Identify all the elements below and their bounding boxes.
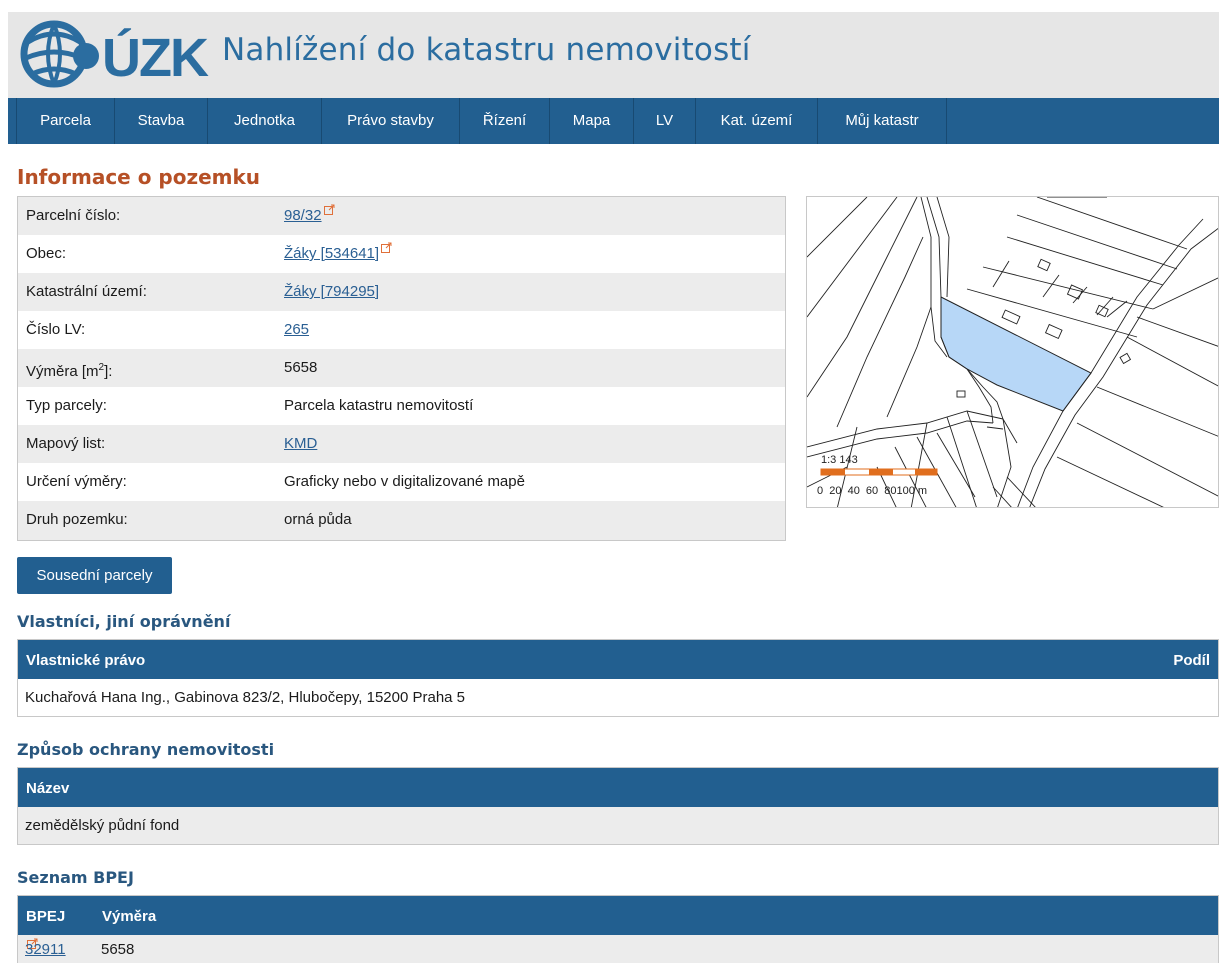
main-nav: Parcela Stavba Jednotka Právo stavby Říz… [8, 98, 1219, 144]
table-row: 32911 5658 [18, 935, 1218, 963]
info-label: Obec: [26, 245, 67, 262]
info-value: orná půda [284, 511, 352, 528]
obec-link[interactable]: Žáky [534641] [284, 245, 379, 262]
info-value: Graficky nebo v digitalizované mapě [284, 473, 525, 490]
info-row-mapovy-list: Mapový list: KMD [18, 425, 785, 463]
nav-rizeni[interactable]: Řízení [460, 98, 550, 144]
nav-stavba[interactable]: Stavba [115, 98, 208, 144]
info-value: Žáky [534641] [284, 235, 392, 273]
info-label: Výměra [m2]: [26, 362, 113, 380]
info-label: Mapový list: [26, 435, 106, 452]
katastralni-uzemi-link[interactable]: Žáky [794295] [284, 283, 379, 300]
info-row-vymera: Výměra [m2]: 5658 [18, 349, 785, 387]
map-scale-ticks: 0 20 40 60 80100 m [817, 485, 927, 497]
owners-title: Vlastníci, jiní oprávnění [17, 612, 231, 631]
info-value: Parcela katastru nemovitostí [284, 397, 474, 414]
info-row-druh-pozemku: Druh pozemku: orná půda [18, 501, 785, 540]
bpej-header-code: BPEJ [26, 908, 66, 925]
info-value: KMD [284, 425, 317, 463]
external-link-icon[interactable] [381, 242, 392, 253]
parcel-info-table: Parcelní číslo: 98/32 Obec: Žáky [534641… [17, 196, 786, 541]
nav-jednotka[interactable]: Jednotka [208, 98, 322, 144]
nav-muj-katastr[interactable]: Můj katastr [818, 98, 947, 144]
nav-lv[interactable]: LV [634, 98, 696, 144]
info-row-obec: Obec: Žáky [534641] [18, 235, 785, 273]
protection-text: zemědělský půdní fond [25, 817, 180, 834]
external-link-icon[interactable] [323, 204, 335, 215]
map-scale-bar: 1:3 143 0 20 40 60 80100 m [817, 454, 938, 497]
svg-text:ÚZK: ÚZK [102, 28, 209, 88]
table-row: zemědělský půdní fond [18, 807, 1218, 844]
nav-pravo-stavby[interactable]: Právo stavby [322, 98, 460, 144]
nav-parcela[interactable]: Parcela [17, 98, 115, 144]
bpej-title: Seznam BPEJ [17, 868, 134, 887]
info-label: Druh pozemku: [26, 511, 128, 528]
info-value: 98/32 [284, 197, 335, 235]
bpej-header-area: Výměra [102, 908, 157, 925]
cislo-lv-link[interactable]: 265 [284, 321, 309, 338]
site-header: ÚZK Nahlížení do katastru nemovitostí [8, 12, 1219, 98]
info-value: 5658 [284, 359, 318, 376]
owners-header-left: Vlastnické právo [26, 652, 146, 669]
page-title: Informace o pozemku [17, 165, 261, 189]
owners-table: Vlastnické právo Podíl Kuchařová Hana In… [17, 639, 1219, 717]
site-title: Nahlížení do katastru nemovitostí [222, 32, 751, 68]
protection-table-header: Název [18, 768, 1218, 807]
info-row-urceni-vymery: Určení výměry: Graficky nebo v digitaliz… [18, 463, 785, 501]
bpej-table: BPEJ Výměra 32911 5658 [17, 895, 1219, 963]
bpej-code-link[interactable]: 32911 [25, 935, 66, 963]
nav-kat-uzemi[interactable]: Kat. území [696, 98, 818, 144]
cuzk-logo[interactable]: ÚZK [18, 18, 214, 90]
map-scale-label: 1:3 143 [821, 454, 858, 466]
info-value: 265 [284, 311, 309, 349]
cadastral-map-drawing: 1:3 143 0 20 40 60 80100 m [807, 197, 1218, 507]
info-label: Parcelní číslo: [26, 207, 121, 224]
bpej-area-value: 5658 [101, 941, 135, 958]
info-row-cislo-lv: Číslo LV: 265 [18, 311, 785, 349]
info-row-katastralni-uzemi: Katastrální území: Žáky [794295] [18, 273, 785, 311]
owners-table-header: Vlastnické právo Podíl [18, 640, 1218, 679]
protection-header: Název [26, 780, 70, 797]
info-label: Typ parcely: [26, 397, 107, 414]
info-label: Katastrální území: [26, 283, 147, 300]
table-row: Kuchařová Hana Ing., Gabinova 823/2, Hlu… [18, 679, 1218, 716]
mapovy-list-link[interactable]: KMD [284, 435, 317, 452]
protection-title: Způsob ochrany nemovitosti [17, 740, 275, 759]
bpej-code-cell: 32911 [25, 935, 66, 963]
info-label: Číslo LV: [26, 321, 86, 338]
info-label: Určení výměry: [26, 473, 127, 490]
info-value: Žáky [794295] [284, 273, 379, 311]
info-row-typ-parcely: Typ parcely: Parcela katastru nemovitost… [18, 387, 785, 425]
nav-mapa[interactable]: Mapa [550, 98, 634, 144]
protection-table: Název zemědělský půdní fond [17, 767, 1219, 845]
neighbors-button[interactable]: Sousední parcely [17, 557, 172, 594]
owner-text: Kuchařová Hana Ing., Gabinova 823/2, Hlu… [25, 689, 466, 706]
parcel-map[interactable]: 1:3 143 0 20 40 60 80100 m [806, 196, 1219, 508]
info-row-parcel-number: Parcelní číslo: 98/32 [18, 197, 785, 235]
parcel-number-link[interactable]: 98/32 [284, 207, 322, 224]
owners-header-right: Podíl [1173, 652, 1210, 669]
bpej-table-header: BPEJ Výměra [18, 896, 1218, 935]
